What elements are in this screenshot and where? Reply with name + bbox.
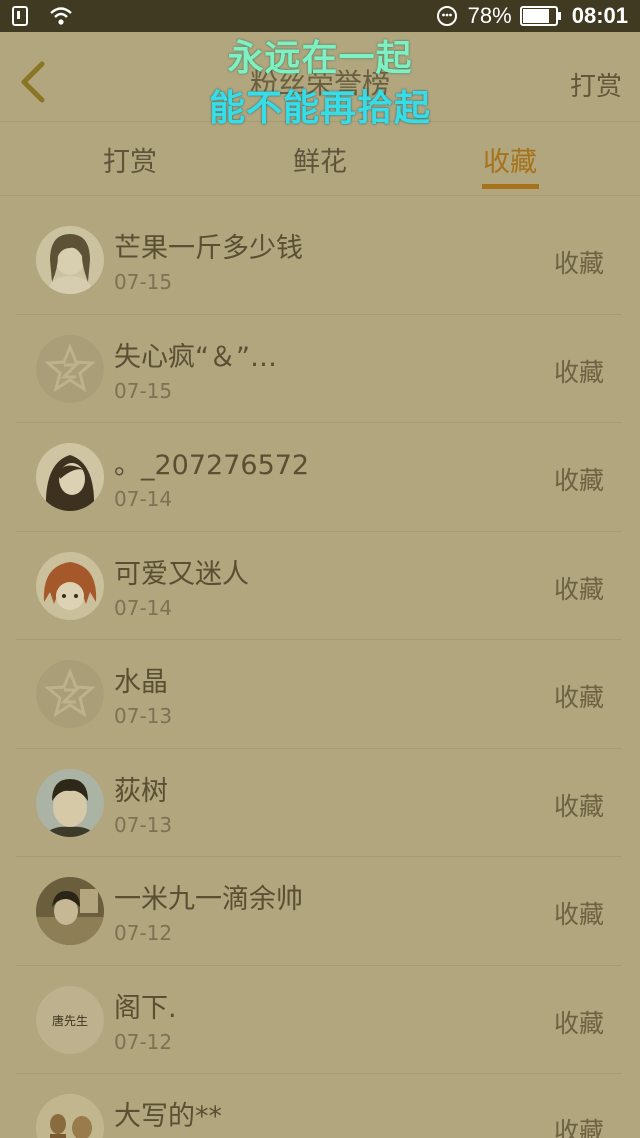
battery-icon bbox=[519, 6, 561, 26]
favorite-label: 收藏 bbox=[553, 791, 604, 821]
date: 07-12 bbox=[114, 921, 173, 945]
battery-percent: 78% bbox=[467, 3, 512, 28]
fan-list: 芒果一斤多少钱 07-15 收藏 失心疯“＆”… 07-15 收藏 。_2072… bbox=[16, 206, 622, 1138]
list-item[interactable]: 大写的** 收藏 bbox=[16, 1074, 622, 1138]
wifi-icon bbox=[50, 7, 72, 25]
list-item[interactable]: 。_207276572 07-14 收藏 bbox=[16, 423, 622, 532]
default-star-avatar-icon bbox=[36, 660, 104, 728]
avatar bbox=[36, 443, 104, 511]
user-name: 阁下. bbox=[114, 992, 177, 1024]
user-name: 一米九一滴余帅 bbox=[114, 884, 303, 915]
user-name: 可爱又迷人 bbox=[114, 558, 249, 590]
emoji-icon bbox=[436, 6, 457, 26]
list-item[interactable]: 唐先生 阁下. 07-12 收藏 bbox=[16, 966, 622, 1074]
user-name: 荻树 bbox=[114, 775, 168, 807]
avatar-text: 唐先生 bbox=[52, 1013, 88, 1028]
header: 粉丝荣誉榜 打赏 bbox=[0, 32, 640, 122]
active-tab-indicator bbox=[482, 184, 539, 189]
status-bar: 78% 08:01 bbox=[0, 0, 640, 32]
user-name: 芒果一斤多少钱 bbox=[114, 233, 303, 264]
page-title: 粉丝荣誉榜 bbox=[249, 67, 390, 100]
list-item[interactable]: 可爱又迷人 07-14 收藏 bbox=[16, 532, 622, 640]
favorite-label: 收藏 bbox=[553, 900, 604, 929]
favorite-label: 收藏 bbox=[553, 466, 604, 495]
favorite-label: 收藏 bbox=[553, 1117, 604, 1138]
date: 07-14 bbox=[114, 595, 173, 620]
favorite-label: 收藏 bbox=[553, 249, 604, 278]
sim-icon bbox=[12, 6, 28, 26]
date: 07-15 bbox=[114, 270, 173, 294]
favorite-label: 收藏 bbox=[553, 574, 604, 604]
favorite-label: 收藏 bbox=[553, 357, 604, 387]
reward-button[interactable]: 打赏 bbox=[570, 66, 622, 103]
date: 07-12 bbox=[114, 1029, 173, 1054]
avatar bbox=[36, 768, 104, 837]
date: 07-13 bbox=[114, 812, 173, 837]
avatar bbox=[36, 1094, 104, 1138]
date: 07-13 bbox=[114, 704, 173, 728]
list-item[interactable]: 荻树 07-13 收藏 bbox=[16, 749, 622, 857]
list-item[interactable]: 水晶 07-13 收藏 bbox=[16, 640, 622, 749]
date: 07-15 bbox=[114, 378, 173, 403]
list-item[interactable]: 芒果一斤多少钱 07-15 收藏 bbox=[16, 206, 622, 315]
user-name: 。_207276572 bbox=[114, 450, 310, 481]
favorite-label: 收藏 bbox=[553, 1008, 604, 1038]
text-avatar: 唐先生 bbox=[36, 985, 104, 1054]
user-name: 水晶 bbox=[114, 667, 168, 698]
tab-reward[interactable]: 打赏 bbox=[70, 140, 190, 179]
user-name: 大写的** bbox=[114, 1101, 222, 1132]
clock: 08:01 bbox=[571, 3, 628, 28]
user-name: 失心疯“＆”… bbox=[114, 341, 277, 373]
list-item[interactable]: 一米九一滴余帅 07-12 收藏 bbox=[16, 857, 622, 966]
avatar bbox=[36, 551, 104, 620]
favorite-label: 收藏 bbox=[553, 683, 604, 712]
avatar bbox=[36, 877, 104, 945]
tab-bar: 打赏 鲜花 收藏 bbox=[0, 122, 640, 196]
tab-flowers[interactable]: 鲜花 bbox=[260, 140, 380, 179]
date: 07-14 bbox=[114, 487, 173, 511]
list-item[interactable]: 失心疯“＆”… 07-15 收藏 bbox=[16, 315, 622, 423]
default-star-avatar-icon bbox=[36, 334, 104, 403]
tab-favorites[interactable]: 收藏 bbox=[450, 140, 570, 179]
avatar bbox=[36, 226, 104, 294]
